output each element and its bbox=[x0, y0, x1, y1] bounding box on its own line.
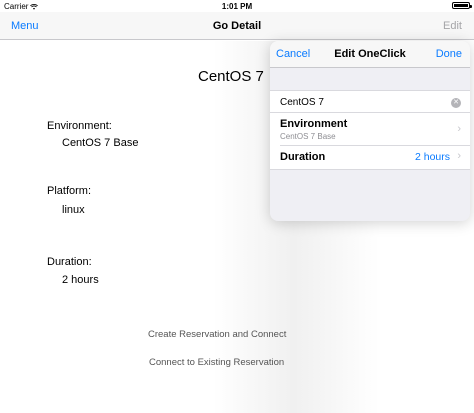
nav-title: Go Detail bbox=[212, 20, 262, 32]
environment-value: CentOS 7 Base bbox=[62, 137, 139, 149]
status-bar: Carrier 1:01 PM bbox=[0, 0, 474, 12]
duration-row-value: 2 hours bbox=[414, 151, 450, 163]
environment-row-subtitle: CentOS 7 Base bbox=[280, 132, 336, 141]
name-field[interactable] bbox=[280, 97, 440, 108]
platform-value: linux bbox=[62, 204, 85, 216]
edit-button[interactable]: Edit bbox=[443, 20, 462, 32]
done-button[interactable]: Done bbox=[436, 48, 462, 60]
chevron-right-icon: › bbox=[457, 150, 461, 162]
status-time: 1:01 PM bbox=[221, 2, 253, 11]
nav-bar: Menu Go Detail Edit bbox=[0, 12, 474, 40]
status-battery bbox=[452, 2, 472, 9]
connect-existing-button[interactable]: Connect to Existing Reservation bbox=[149, 357, 284, 368]
duration-row-title: Duration bbox=[280, 151, 326, 163]
environment-label: Environment: bbox=[47, 120, 112, 132]
popover-header: Cancel Edit OneClick Done bbox=[270, 41, 470, 68]
duration-row[interactable]: Duration 2 hours › bbox=[270, 146, 470, 170]
edit-oneclick-popover: Cancel Edit OneClick Done ✕ Environment … bbox=[270, 41, 470, 221]
chevron-right-icon: › bbox=[457, 123, 461, 135]
environment-row[interactable]: Environment CentOS 7 Base › bbox=[270, 113, 470, 146]
battery-fill bbox=[454, 4, 468, 7]
create-reservation-button[interactable]: Create Reservation and Connect bbox=[148, 329, 286, 340]
name-row[interactable]: ✕ bbox=[270, 90, 470, 113]
duration-value: 2 hours bbox=[62, 274, 99, 286]
environment-row-title: Environment bbox=[280, 118, 348, 130]
page-title: CentOS 7 bbox=[198, 68, 264, 85]
battery-icon bbox=[452, 2, 472, 9]
clear-icon[interactable]: ✕ bbox=[451, 98, 461, 108]
platform-label: Platform: bbox=[47, 185, 92, 197]
duration-label: Duration: bbox=[47, 256, 92, 268]
